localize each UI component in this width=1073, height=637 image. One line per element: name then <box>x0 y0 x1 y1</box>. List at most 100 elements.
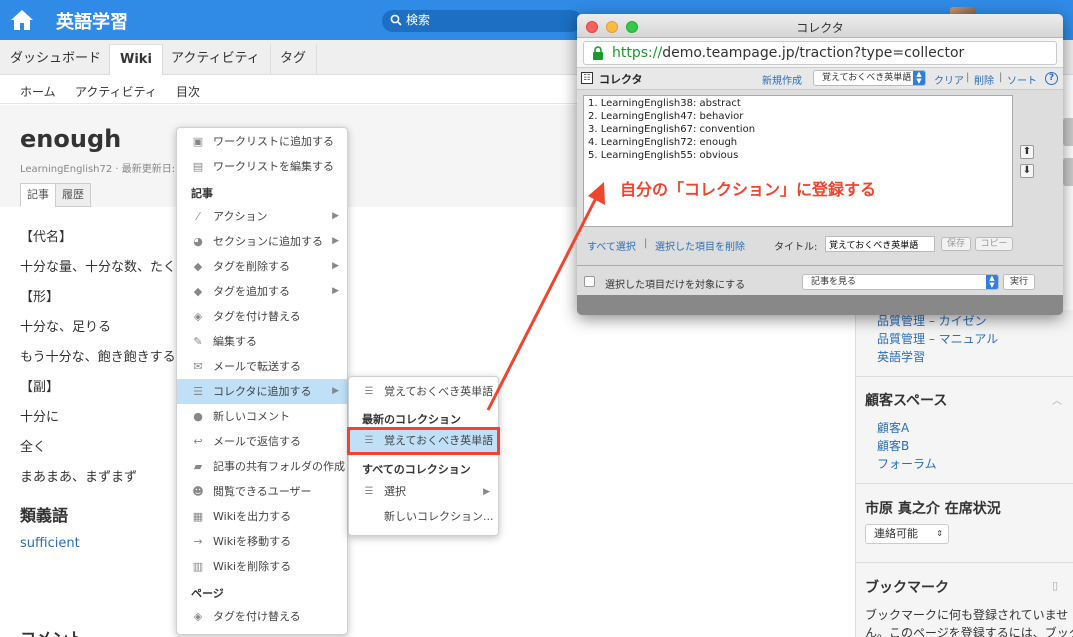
bookmark-icon[interactable]: ▯ <box>1052 579 1058 592</box>
customer-space-heading: 顧客スペース <box>865 393 948 409</box>
run-button[interactable]: 実行 <box>1003 274 1035 290</box>
sidebar-link[interactable]: 品質管理 – マニュアル <box>877 330 998 347</box>
menu-item-edit-worklist[interactable]: ▤ ワークリストを編集する <box>177 154 347 179</box>
delete-link[interactable]: 削除 <box>974 72 994 87</box>
menu-item-action[interactable]: ⁄ アクション ▶ <box>177 204 347 229</box>
submenu-item-select[interactable]: ☰ 選択 ▶ <box>349 480 498 504</box>
menu-item-reply-email[interactable]: ↩ メールで返信する <box>177 429 347 454</box>
folder-icon: ▰ <box>193 460 203 473</box>
page-meta: LearningEnglish72 · 最新更新日: <box>20 164 176 175</box>
sidebar-link[interactable]: 英語学習 <box>877 348 925 365</box>
right-sidebar: 品質管理 – カイゼン 品質管理 – マニュアル 英語学習 顧客スペース ︿ 顧… <box>855 310 1073 637</box>
remove-selected-link[interactable]: 選択した項目を削除 <box>655 238 745 253</box>
move-up-button[interactable]: ⬆ <box>1020 145 1034 159</box>
menu-item-retag[interactable]: ◈ タグを付け替える <box>177 304 347 329</box>
collection-select-value: 覚えておくべき英単語 <box>822 73 912 83</box>
presence-heading: 市原 真之介 在席状況 <box>865 501 1001 517</box>
subnav-home[interactable]: ホーム <box>20 83 56 100</box>
separator: | <box>644 238 648 249</box>
separator: | <box>999 72 1003 83</box>
bookmark-empty-text: ん。このページを登録するには、ブック <box>865 626 1073 637</box>
tag-icon: ◆ <box>193 285 203 298</box>
menu-item-export-wiki[interactable]: ▦ Wikiを出力する <box>177 504 347 529</box>
only-selected-checkbox[interactable] <box>584 276 595 287</box>
list-icon: ☰ <box>193 385 203 398</box>
submenu-item-collection[interactable]: ☰ 覚えておくべき英単語 <box>349 380 498 404</box>
collection-select[interactable]: 覚えておくべき英単語 ▲ ▼ <box>813 70 926 86</box>
section-icon: ◕ <box>193 235 203 248</box>
move-down-button[interactable]: ⬇ <box>1020 164 1034 178</box>
menu-item-add-tag[interactable]: ◆ タグを追加する ▶ <box>177 279 347 304</box>
sidebar-link[interactable]: 顧客B <box>877 437 909 454</box>
sidebar-link[interactable]: フォーラム <box>877 455 937 472</box>
context-menu: ▣ ワークリストに追加する ▤ ワークリストを編集する 記事 ⁄ アクション ▶… <box>176 127 348 635</box>
menu-item-viewers[interactable]: ☻ 閲覧できるユーザー <box>177 479 347 504</box>
menu-item-edit[interactable]: ✎ 編集する <box>177 329 347 354</box>
search-input[interactable] <box>406 13 566 27</box>
menu-item-add-section[interactable]: ◕ セクションに追加する ▶ <box>177 229 347 254</box>
presence-value: 連絡可能 <box>874 527 918 540</box>
home-icon[interactable] <box>8 7 36 33</box>
list-item[interactable]: 4. LearningEnglish72: enough <box>588 137 737 148</box>
url-field[interactable]: https://demo.teampage.jp/traction?type=c… <box>583 41 1057 65</box>
view-select-value: 記事を見る <box>811 277 857 287</box>
menu-item-shared-folder[interactable]: ▰ 記事の共有フォルダの作成 <box>177 454 347 479</box>
menu-item-new-comment[interactable]: ● 新しいコメント <box>177 404 347 429</box>
collection-list[interactable]: 1. LearningEnglish38: abstract 2. Learni… <box>583 95 1013 227</box>
app-title[interactable]: 英語学習 <box>56 8 128 34</box>
tab-activity[interactable]: アクティビティ <box>161 44 271 75</box>
submenu-item-recent-collection[interactable]: ☰ 覚えておくべき英単語 <box>347 427 500 455</box>
synonyms-heading: 類義語 <box>20 506 69 525</box>
list-item[interactable]: 3. LearningEnglish67: convention <box>588 124 755 135</box>
users-icon: ☻ <box>192 485 204 498</box>
save-icon: ▦ <box>192 510 204 523</box>
arrow-right-icon: → <box>193 535 203 548</box>
side-panel-button[interactable] <box>1063 118 1073 146</box>
side-panel-button[interactable] <box>1063 158 1073 186</box>
menu-item-forward-email[interactable]: ✉ メールで転送する <box>177 354 347 379</box>
list-item[interactable]: 2. LearningEnglish47: behavior <box>588 111 743 122</box>
tab-history[interactable]: 履歴 <box>55 183 91 207</box>
menu-item-add-worklist[interactable]: ▣ ワークリストに追加する <box>177 129 347 154</box>
list-item[interactable]: 5. LearningEnglish55: obvious <box>588 150 738 161</box>
menu-item-move-wiki[interactable]: → Wikiを移動する <box>177 529 347 554</box>
sidebar-link[interactable]: 顧客A <box>877 419 909 436</box>
menu-item-add-collector[interactable]: ☰ コレクタに追加する ▶ <box>177 379 347 404</box>
url-bar: https://demo.teampage.jp/traction?type=c… <box>577 38 1063 68</box>
article-line: 【形】 <box>20 290 60 305</box>
tab-wiki[interactable]: Wiki <box>109 44 163 75</box>
title-input[interactable] <box>825 236 935 252</box>
tab-article[interactable]: 記事 <box>20 183 56 207</box>
annotation-text: 自分の「コレクション」に登録する <box>620 180 877 199</box>
window-titlebar[interactable]: コレクタ <box>577 14 1063 38</box>
list-icon: ☰ <box>364 435 374 446</box>
menu-item-remove-tag[interactable]: ◆ タグを削除する ▶ <box>177 254 347 279</box>
tab-dashboard[interactable]: ダッシュボード <box>0 44 113 75</box>
save-button[interactable]: 保存 <box>941 237 971 251</box>
presence-select[interactable]: 連絡可能 ⇕ <box>865 524 949 544</box>
list-item[interactable]: 1. LearningEnglish38: abstract <box>588 98 741 109</box>
copy-button[interactable]: コピー <box>975 237 1013 251</box>
search-icon <box>390 14 402 29</box>
envelope-icon: ✉ <box>193 360 203 373</box>
synonym-link[interactable]: sufficient <box>20 536 80 551</box>
new-collection-link[interactable]: 新規作成 <box>762 72 802 87</box>
article-line: 【副】 <box>20 380 60 395</box>
select-all-link[interactable]: すべて選択 <box>587 238 636 253</box>
subnav-activity[interactable]: アクティビティ <box>75 83 157 100</box>
search-box[interactable] <box>382 10 582 32</box>
article-line: まあまあ、まずまず <box>20 470 138 485</box>
submenu-item-new-collection[interactable]: 新しいコレクション... <box>349 505 498 529</box>
help-icon[interactable]: ? <box>1045 72 1058 85</box>
menu-item-page-retag[interactable]: ◈ タグを付け替える <box>177 604 347 629</box>
list-icon: ☰ <box>364 386 374 397</box>
menu-section-page: ページ <box>191 587 224 600</box>
clear-link[interactable]: クリア <box>934 72 964 87</box>
sort-link[interactable]: ソート <box>1007 72 1037 87</box>
collapse-icon[interactable]: ︿ <box>1052 392 1062 407</box>
subnav-toc[interactable]: 目次 <box>176 83 200 100</box>
menu-item-delete-wiki[interactable]: ▥ Wikiを削除する <box>177 554 347 579</box>
chevron-right-icon: ▶ <box>332 386 339 396</box>
view-select[interactable]: 記事を見る ▲ ▼ <box>802 274 999 290</box>
tab-tags[interactable]: タグ <box>270 44 318 75</box>
